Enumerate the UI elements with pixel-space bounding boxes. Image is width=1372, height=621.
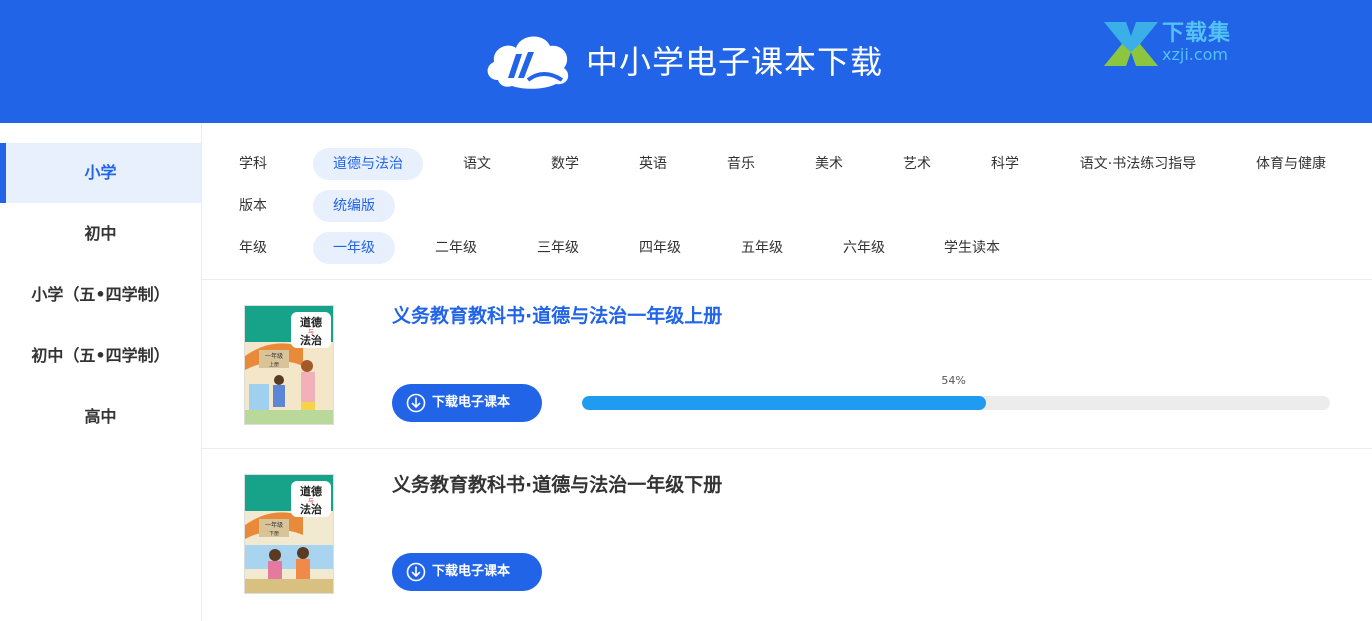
book-cover-art: 道德 与 法治 一年级 下册 [245,475,333,593]
subject-chip-pe-health[interactable]: 体育与健康 [1246,148,1336,180]
subject-chip-music[interactable]: 音乐 [711,148,771,180]
grade-filter-label: 年级 [239,240,267,256]
cover-title-line1: 道德 [300,484,322,498]
cover-volume: 上册 [269,361,279,368]
watermark-en-text: xzji.com [1162,45,1229,64]
sidebar-item-senior[interactable]: 高中 [0,387,201,447]
sidebar-item-junior-54[interactable]: 初中（五•四学制） [0,326,201,386]
subject-filter-label: 学科 [239,156,267,172]
cover-title-line2: 法治 [300,502,322,516]
edition-chip-unified[interactable]: 统编版 [313,190,395,222]
subject-chip-english[interactable]: 英语 [623,148,683,180]
grade-chip-6[interactable]: 六年级 [829,232,899,264]
book-list-item: 道德 与 法治 一年级 下册 义务教育教科书·道德与法治一年级下册 下载电子课本 [202,449,1372,621]
cover-volume: 下册 [269,531,279,537]
book-title[interactable]: 义务教育教科书·道德与法治一年级上册 [392,302,722,330]
download-textbook-button[interactable]: 下载电子课本 [392,384,542,422]
grade-chip-5[interactable]: 五年级 [727,232,797,264]
cover-grade: 一年级 [265,352,283,360]
edition-filter-label: 版本 [239,198,267,214]
grade-chip-2[interactable]: 二年级 [421,232,491,264]
watermark-logo: 下载集 xzji.com [1104,22,1244,66]
stage-sidebar: 小学 初中 小学（五•四学制） 初中（五•四学制） 高中 [0,123,202,621]
xzji-logo-icon [1104,22,1158,66]
download-icon [406,393,426,413]
book-cover-image[interactable]: 道德 与 法治 一年级 下册 [244,474,334,594]
subject-chip-calligraphy[interactable]: 语文·书法练习指导 [1070,148,1206,180]
download-progress-bar [582,396,1330,410]
subject-chip-science[interactable]: 科学 [975,148,1035,180]
download-button-label: 下载电子课本 [432,395,511,410]
download-progress-fill [582,396,986,410]
subject-chip-chinese[interactable]: 语文 [447,148,507,180]
book-title[interactable]: 义务教育教科书·道德与法治一年级下册 [392,471,722,499]
filter-panel: 学科 道德与法治 语文 数学 英语 音乐 美术 艺术 科学 语文·书法练习指导 … [202,123,1372,280]
grade-chip-student-reader[interactable]: 学生读本 [935,232,1009,264]
download-textbook-button[interactable]: 下载电子课本 [392,553,542,591]
cloud-book-logo-icon [487,36,569,89]
watermark-cn-text: 下载集 [1162,21,1232,46]
download-button-label: 下载电子课本 [432,564,511,579]
cover-title-line2: 法治 [300,333,322,347]
grade-chip-1[interactable]: 一年级 [313,232,395,264]
subject-chip-arts[interactable]: 艺术 [887,148,947,180]
book-cover-art: 道德 与 法治 一年级 上册 [245,306,333,424]
book-list-item: 道德 与 法治 一年级 上册 义务教育教科书·道德与法治一年级上册 下载电子课本… [202,280,1372,449]
page-title: 中小学电子课本下载 [586,43,884,81]
book-cover-image[interactable]: 道德 与 法治 一年级 上册 [244,305,334,425]
sidebar-item-primary-54[interactable]: 小学（五•四学制） [0,265,201,325]
sidebar-item-primary[interactable]: 小学 [0,143,201,203]
sidebar-item-junior[interactable]: 初中 [0,204,201,264]
cover-grade: 一年级 [265,521,283,529]
app-header: 中小学电子课本下载 下载集 xzji.com [0,0,1372,123]
cover-title-line1: 道德 [300,315,322,329]
subject-chip-math[interactable]: 数学 [535,148,595,180]
grade-chip-3[interactable]: 三年级 [523,232,593,264]
grade-chip-4[interactable]: 四年级 [625,232,695,264]
download-progress-label: 54% [941,374,966,387]
subject-chip-morality-law[interactable]: 道德与法治 [313,148,423,180]
subject-chip-fine-arts[interactable]: 美术 [799,148,859,180]
download-icon [406,562,426,582]
